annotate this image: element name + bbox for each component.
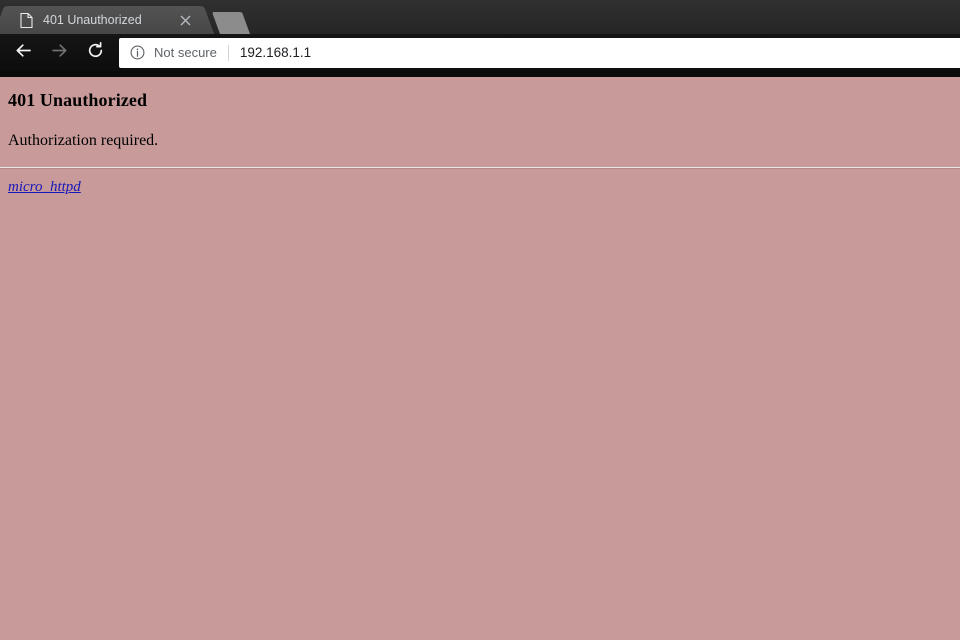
reload-button[interactable] — [77, 34, 113, 71]
reload-icon — [86, 41, 105, 65]
document-icon — [18, 12, 34, 28]
info-circle-icon[interactable] — [129, 44, 146, 61]
security-status-label: Not secure — [154, 45, 217, 60]
page-content: 401 Unauthorized Authorization required.… — [0, 77, 960, 640]
page-message: Authorization required. — [8, 131, 159, 149]
server-link[interactable]: micro_httpd — [8, 179, 81, 195]
url-text[interactable]: 192.168.1.1 — [240, 45, 311, 60]
browser-tab-401-unauthorized[interactable]: 401 Unauthorized — [8, 6, 200, 34]
back-button[interactable] — [5, 34, 41, 71]
browser-window: 401 Unauthorized Not secure 192.168.1.1 … — [0, 0, 960, 640]
forward-arrow-icon — [50, 41, 69, 65]
address-bar[interactable]: Not secure 192.168.1.1 — [119, 37, 960, 68]
server-signature: micro_httpd — [8, 179, 952, 196]
browser-tab-title: 401 Unauthorized — [43, 13, 142, 27]
omnibox-separator — [227, 44, 229, 61]
horizontal-rule — [0, 167, 960, 170]
browser-toolbar: Not secure 192.168.1.1 — [0, 34, 960, 71]
tab-strip: 401 Unauthorized — [0, 0, 960, 34]
forward-button — [41, 34, 77, 71]
close-icon[interactable] — [176, 11, 194, 29]
page-title: 401 Unauthorized — [8, 90, 148, 110]
back-arrow-icon — [14, 41, 33, 65]
new-tab-button[interactable] — [211, 12, 251, 34]
